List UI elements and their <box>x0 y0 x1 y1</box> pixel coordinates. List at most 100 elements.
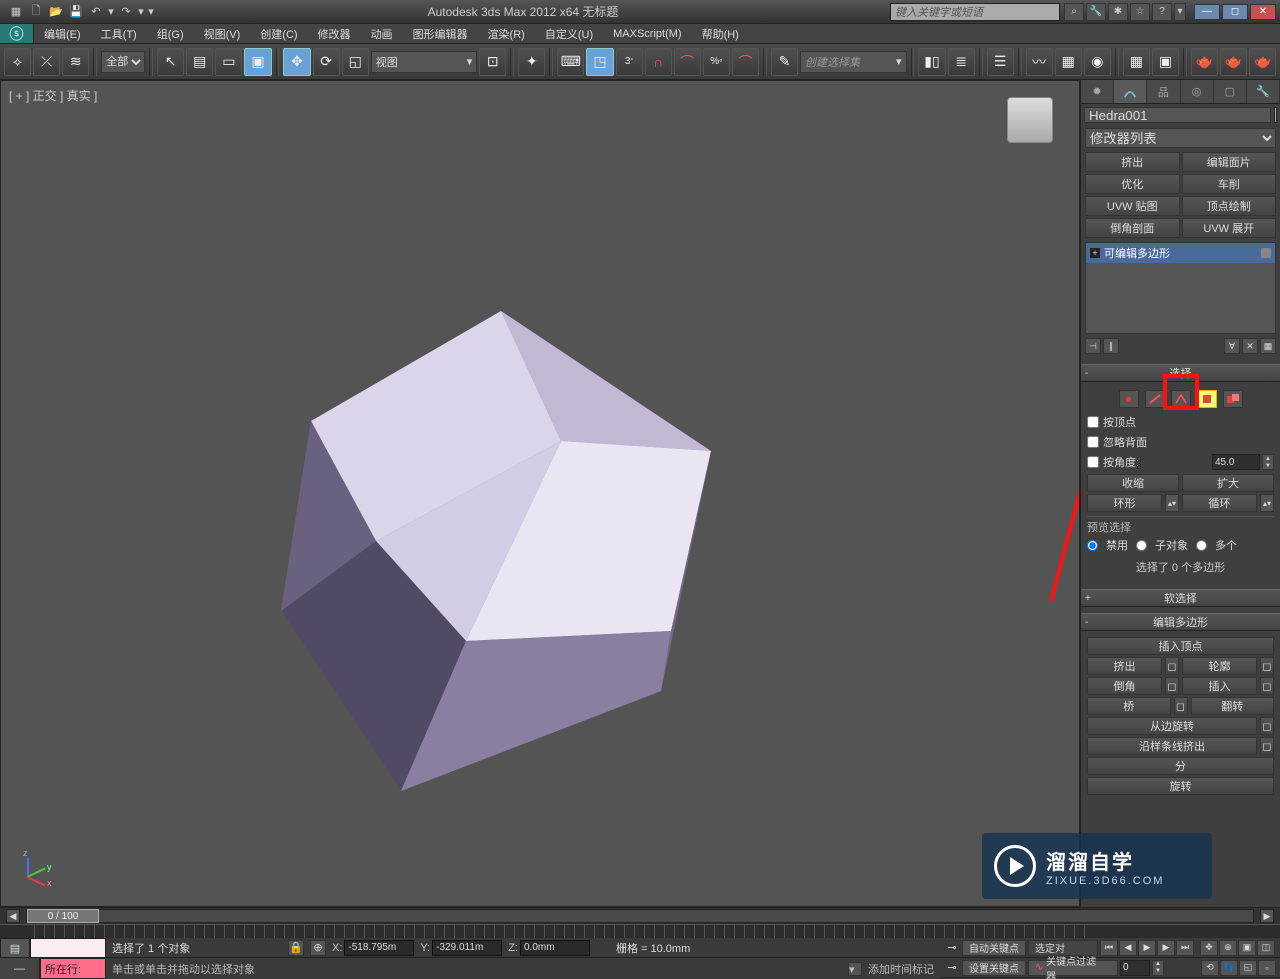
ring-button[interactable]: 环形 <box>1087 494 1162 512</box>
open-file-button[interactable]: 📂 <box>46 2 66 22</box>
set-key-button[interactable]: 设置关键点 <box>962 960 1026 976</box>
select-move-button[interactable]: ✥ <box>283 48 310 76</box>
grow-button[interactable]: 扩大 <box>1182 474 1274 492</box>
show-end-result-button[interactable]: ∥ <box>1103 338 1119 354</box>
time-tag-button[interactable]: ▾ <box>848 962 862 976</box>
bridge-button[interactable]: 桥 <box>1087 697 1171 715</box>
search-icon[interactable]: ⌕ <box>1064 3 1084 21</box>
schematic-view-button[interactable]: ▦ <box>1055 48 1082 76</box>
menu-views[interactable]: 视图(V) <box>194 24 251 43</box>
modbtn-optimize[interactable]: 优化 <box>1085 174 1180 194</box>
timeslider-handle[interactable]: 0 / 100 <box>27 909 99 923</box>
qat-dropdown[interactable]: ▾ <box>146 2 156 22</box>
modbtn-uvwmap[interactable]: UVW 贴图 <box>1085 196 1180 216</box>
app-menu-button[interactable]: ▦ <box>6 2 26 22</box>
configure-sets-button[interactable]: ▦ <box>1260 338 1276 354</box>
cmdline-input[interactable]: 所在行: <box>40 958 106 979</box>
menu-animation[interactable]: 动画 <box>361 24 403 43</box>
snap-options-button[interactable]: ⌒ <box>732 48 759 76</box>
menu-help[interactable]: 帮助(H) <box>692 24 749 43</box>
select-manipulate-button[interactable]: ✦ <box>518 48 545 76</box>
hinge-settings-button[interactable]: ◻ <box>1260 717 1274 735</box>
menu-rendering[interactable]: 渲染(R) <box>478 24 535 43</box>
snap-toggle-button[interactable]: ◳ <box>586 48 613 76</box>
spinner-snap-button[interactable]: ⌒ <box>674 48 701 76</box>
lock-selection-button[interactable]: 🔒 <box>288 940 304 956</box>
layers-button[interactable]: ☰ <box>987 48 1014 76</box>
tab-modify[interactable] <box>1114 80 1147 103</box>
hedra-object[interactable] <box>261 311 741 831</box>
pin-stack-button[interactable]: ⊣ <box>1085 338 1101 354</box>
curve-editor-button[interactable]: 〰 <box>1026 48 1053 76</box>
redo-dropdown[interactable]: ▾ <box>136 2 146 22</box>
nav-fov-button[interactable]: ◫ <box>1257 940 1275 956</box>
add-time-tag-label[interactable]: 添加时间标记 <box>868 961 934 977</box>
nav-pan-button[interactable]: ✥ <box>1200 940 1218 956</box>
undo-dropdown[interactable]: ▾ <box>106 2 116 22</box>
maxscript-mini-button[interactable]: ▤ <box>0 938 30 958</box>
stack-expand-icon[interactable]: + <box>1090 248 1100 258</box>
save-file-button[interactable]: 💾 <box>66 2 86 22</box>
rendered-frame-button[interactable]: ▣ <box>1152 48 1179 76</box>
shrink-button[interactable]: 收缩 <box>1087 474 1179 492</box>
hinge-button[interactable]: 从边旋转 <box>1087 717 1257 735</box>
nav-zoom-button[interactable]: ⊕ <box>1219 940 1237 956</box>
selection-filter-combo[interactable]: 全部 <box>101 51 145 73</box>
unlink-button[interactable]: ⤫ <box>33 48 60 76</box>
coord-z[interactable]: 0.0mm <box>520 940 590 956</box>
preview-off-radio[interactable] <box>1087 540 1098 551</box>
menu-maxscript[interactable]: MAXScript(M) <box>603 24 691 43</box>
select-region-rect-button[interactable]: ▭ <box>215 48 242 76</box>
render-activeshade-button[interactable]: 🫖 <box>1249 48 1276 76</box>
subobj-element-button[interactable] <box>1223 390 1243 408</box>
stack-toggle-icon[interactable] <box>1261 248 1271 258</box>
timeslider-next[interactable]: ▶ <box>1260 909 1274 923</box>
extrude-button[interactable]: 挤出 <box>1087 657 1162 675</box>
remove-modifier-button[interactable]: ✕ <box>1242 338 1258 354</box>
tab-create[interactable]: ✹ <box>1081 80 1114 103</box>
tab-motion[interactable]: ◎ <box>1181 80 1214 103</box>
infocenter-search[interactable]: 键入关键字或短语 <box>890 3 1060 21</box>
loop-spinner[interactable]: ▴▾ <box>1260 494 1274 512</box>
outline-button[interactable]: 轮廓 <box>1182 657 1257 675</box>
timeslider-track[interactable]: 0 / 100 <box>26 909 1254 923</box>
tab-utilities[interactable]: 🔧 <box>1247 80 1280 103</box>
align-button[interactable]: ≣ <box>948 48 975 76</box>
menu-group[interactable]: 组(G) <box>147 24 194 43</box>
set-key-icon[interactable]: ⊸ <box>944 960 960 976</box>
rollout-editpoly-header[interactable]: -编辑多边形 <box>1081 613 1280 631</box>
help-dropdown-icon[interactable]: ▾ <box>1174 3 1186 21</box>
ignore-backfacing-checkbox[interactable] <box>1087 436 1099 448</box>
bind-spacewarp-button[interactable]: ≋ <box>62 48 89 76</box>
key-icon[interactable]: ⊸ <box>944 940 960 956</box>
menu-modifiers[interactable]: 修改器 <box>308 24 361 43</box>
extrude-spline-button[interactable]: 沿样条线挤出 <box>1087 737 1257 755</box>
tab-display[interactable]: ▢ <box>1214 80 1247 103</box>
close-button[interactable]: ✕ <box>1250 4 1276 20</box>
modbtn-lathe[interactable]: 车削 <box>1182 174 1277 194</box>
outline-settings-button[interactable]: ◻ <box>1260 657 1274 675</box>
nav-zoom-extents-button[interactable]: ▣ <box>1238 940 1256 956</box>
coord-x[interactable]: -518.795m <box>344 940 414 956</box>
rotate-button[interactable]: 旋转 <box>1087 777 1274 795</box>
menu-tools[interactable]: 工具(T) <box>91 24 147 43</box>
select-scale-button[interactable]: ◱ <box>342 48 369 76</box>
new-file-button[interactable]: 🗋 <box>26 2 46 22</box>
nav-orbit-button[interactable]: ⟲ <box>1201 960 1219 976</box>
subobj-vertex-button[interactable] <box>1119 390 1139 408</box>
window-crossing-button[interactable]: ▣ <box>244 48 271 76</box>
bevel-button[interactable]: 倒角 <box>1087 677 1162 695</box>
favorites-icon[interactable]: ☆ <box>1130 3 1150 21</box>
pivot-center-button[interactable]: ⊡ <box>479 48 506 76</box>
mirror-button[interactable]: ▮▯ <box>918 48 945 76</box>
next-frame-button[interactable]: ▶ <box>1157 940 1175 956</box>
nav-walk-button[interactable]: 👣 <box>1220 960 1238 976</box>
inset-button[interactable]: 插入 <box>1182 677 1257 695</box>
render-production-button[interactable]: 🫖 <box>1191 48 1218 76</box>
modbtn-vertexpaint[interactable]: 顶点绘制 <box>1182 196 1277 216</box>
timeslider-prev[interactable]: ◀ <box>6 909 20 923</box>
rollout-softsel-header[interactable]: +软选择 <box>1081 589 1280 607</box>
play-button[interactable]: ▶ <box>1138 940 1156 956</box>
coord-y[interactable]: -329.011m <box>432 940 502 956</box>
select-name-button[interactable]: ▤ <box>186 48 213 76</box>
